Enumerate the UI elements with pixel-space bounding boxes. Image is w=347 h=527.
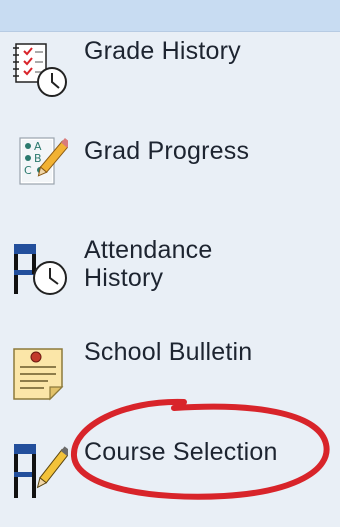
menu-item-label: Course Selection — [84, 438, 278, 466]
grade-history-icon — [10, 38, 68, 98]
grad-progress-icon: A B C — [10, 132, 72, 192]
label-line-1: Attendance — [84, 236, 213, 264]
svg-text:C: C — [24, 164, 32, 177]
menu-item-school-bulletin[interactable]: School Bulletin — [0, 333, 340, 403]
attendance-history-icon — [10, 238, 68, 298]
menu-item-label: Attendance History — [84, 236, 213, 292]
svg-text:B: B — [34, 152, 42, 165]
school-bulletin-icon — [10, 343, 68, 403]
menu-item-label: School Bulletin — [84, 338, 253, 366]
menu-item-label: Grad Progress — [84, 137, 250, 165]
menu-item-grade-history[interactable]: Grade History — [0, 32, 340, 102]
menu-item-label: Grade History — [84, 37, 241, 65]
menu-header-bar — [0, 0, 340, 32]
label-line-2: History — [84, 264, 164, 292]
panel-edge — [340, 0, 347, 527]
menu-item-attendance-history[interactable]: Attendance History — [0, 232, 340, 304]
menu-item-grad-progress[interactable]: A B C Grad Progress — [0, 127, 340, 197]
menu-item-course-selection[interactable]: Course Selection — [0, 432, 340, 504]
sidebar-menu: Grade History A B C Grad Progress Attend… — [0, 0, 347, 527]
course-selection-icon — [10, 440, 71, 500]
